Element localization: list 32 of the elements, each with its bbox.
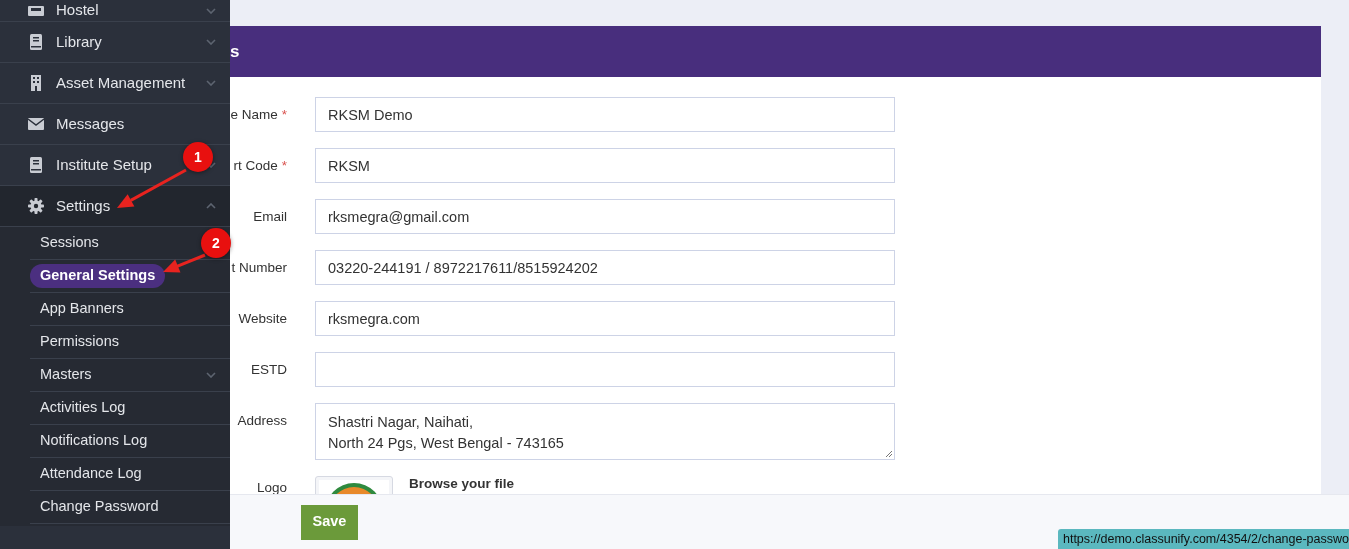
field-label: Address [237,412,287,430]
text-field[interactable]: RKSM [315,148,895,183]
field-label: e Name [230,106,278,124]
field-label: Website [238,310,287,328]
text-field[interactable]: rksmegra.com [315,301,895,336]
browse-file-link[interactable]: Browse your file [409,476,515,492]
text-field[interactable]: rksmegra@gmail.com [315,199,895,234]
text-field[interactable]: 03220-244191 / 8972217611/8515924202 [315,250,895,285]
submenu-item[interactable]: Sessions [30,232,109,254]
address-field[interactable]: Shastri Nagar, Naihati, North 24 Pgs, West Bengal - 743165 [315,403,895,460]
text-field[interactable]: RKSM Demo [315,97,895,132]
sidebar-item[interactable]: Hostel [0,0,230,22]
field-label: rt Code [233,157,278,175]
status-url-tooltip: https://demo.classunify.com/4354/2/change-passwo [1057,529,1349,549]
submenu-item[interactable]: App Banners [30,298,134,320]
field-label: Logo [256,479,287,497]
required-mark: * [281,157,287,175]
sidebar-item[interactable]: Asset Management [0,63,230,104]
sidebar-item[interactable]: Library [0,22,230,63]
submenu-item[interactable]: Notifications Log [30,430,158,452]
submenu-item[interactable]: Permissions [30,331,129,353]
submenu-item[interactable]: Change Password [30,496,169,518]
field-label: ESTD [251,361,287,379]
submenu-item[interactable]: Attendance Log [30,463,152,485]
submenu-item[interactable]: Masters [30,364,102,386]
submenu-item[interactable]: General Settings [30,264,166,288]
submenu-item[interactable]: Activities Log [30,397,136,419]
field-label: Email [253,208,287,226]
required-mark: * [281,106,287,124]
field-label: t Number [231,259,287,277]
card-title: s [230,40,240,63]
sidebar-item[interactable]: Settings [0,186,230,227]
